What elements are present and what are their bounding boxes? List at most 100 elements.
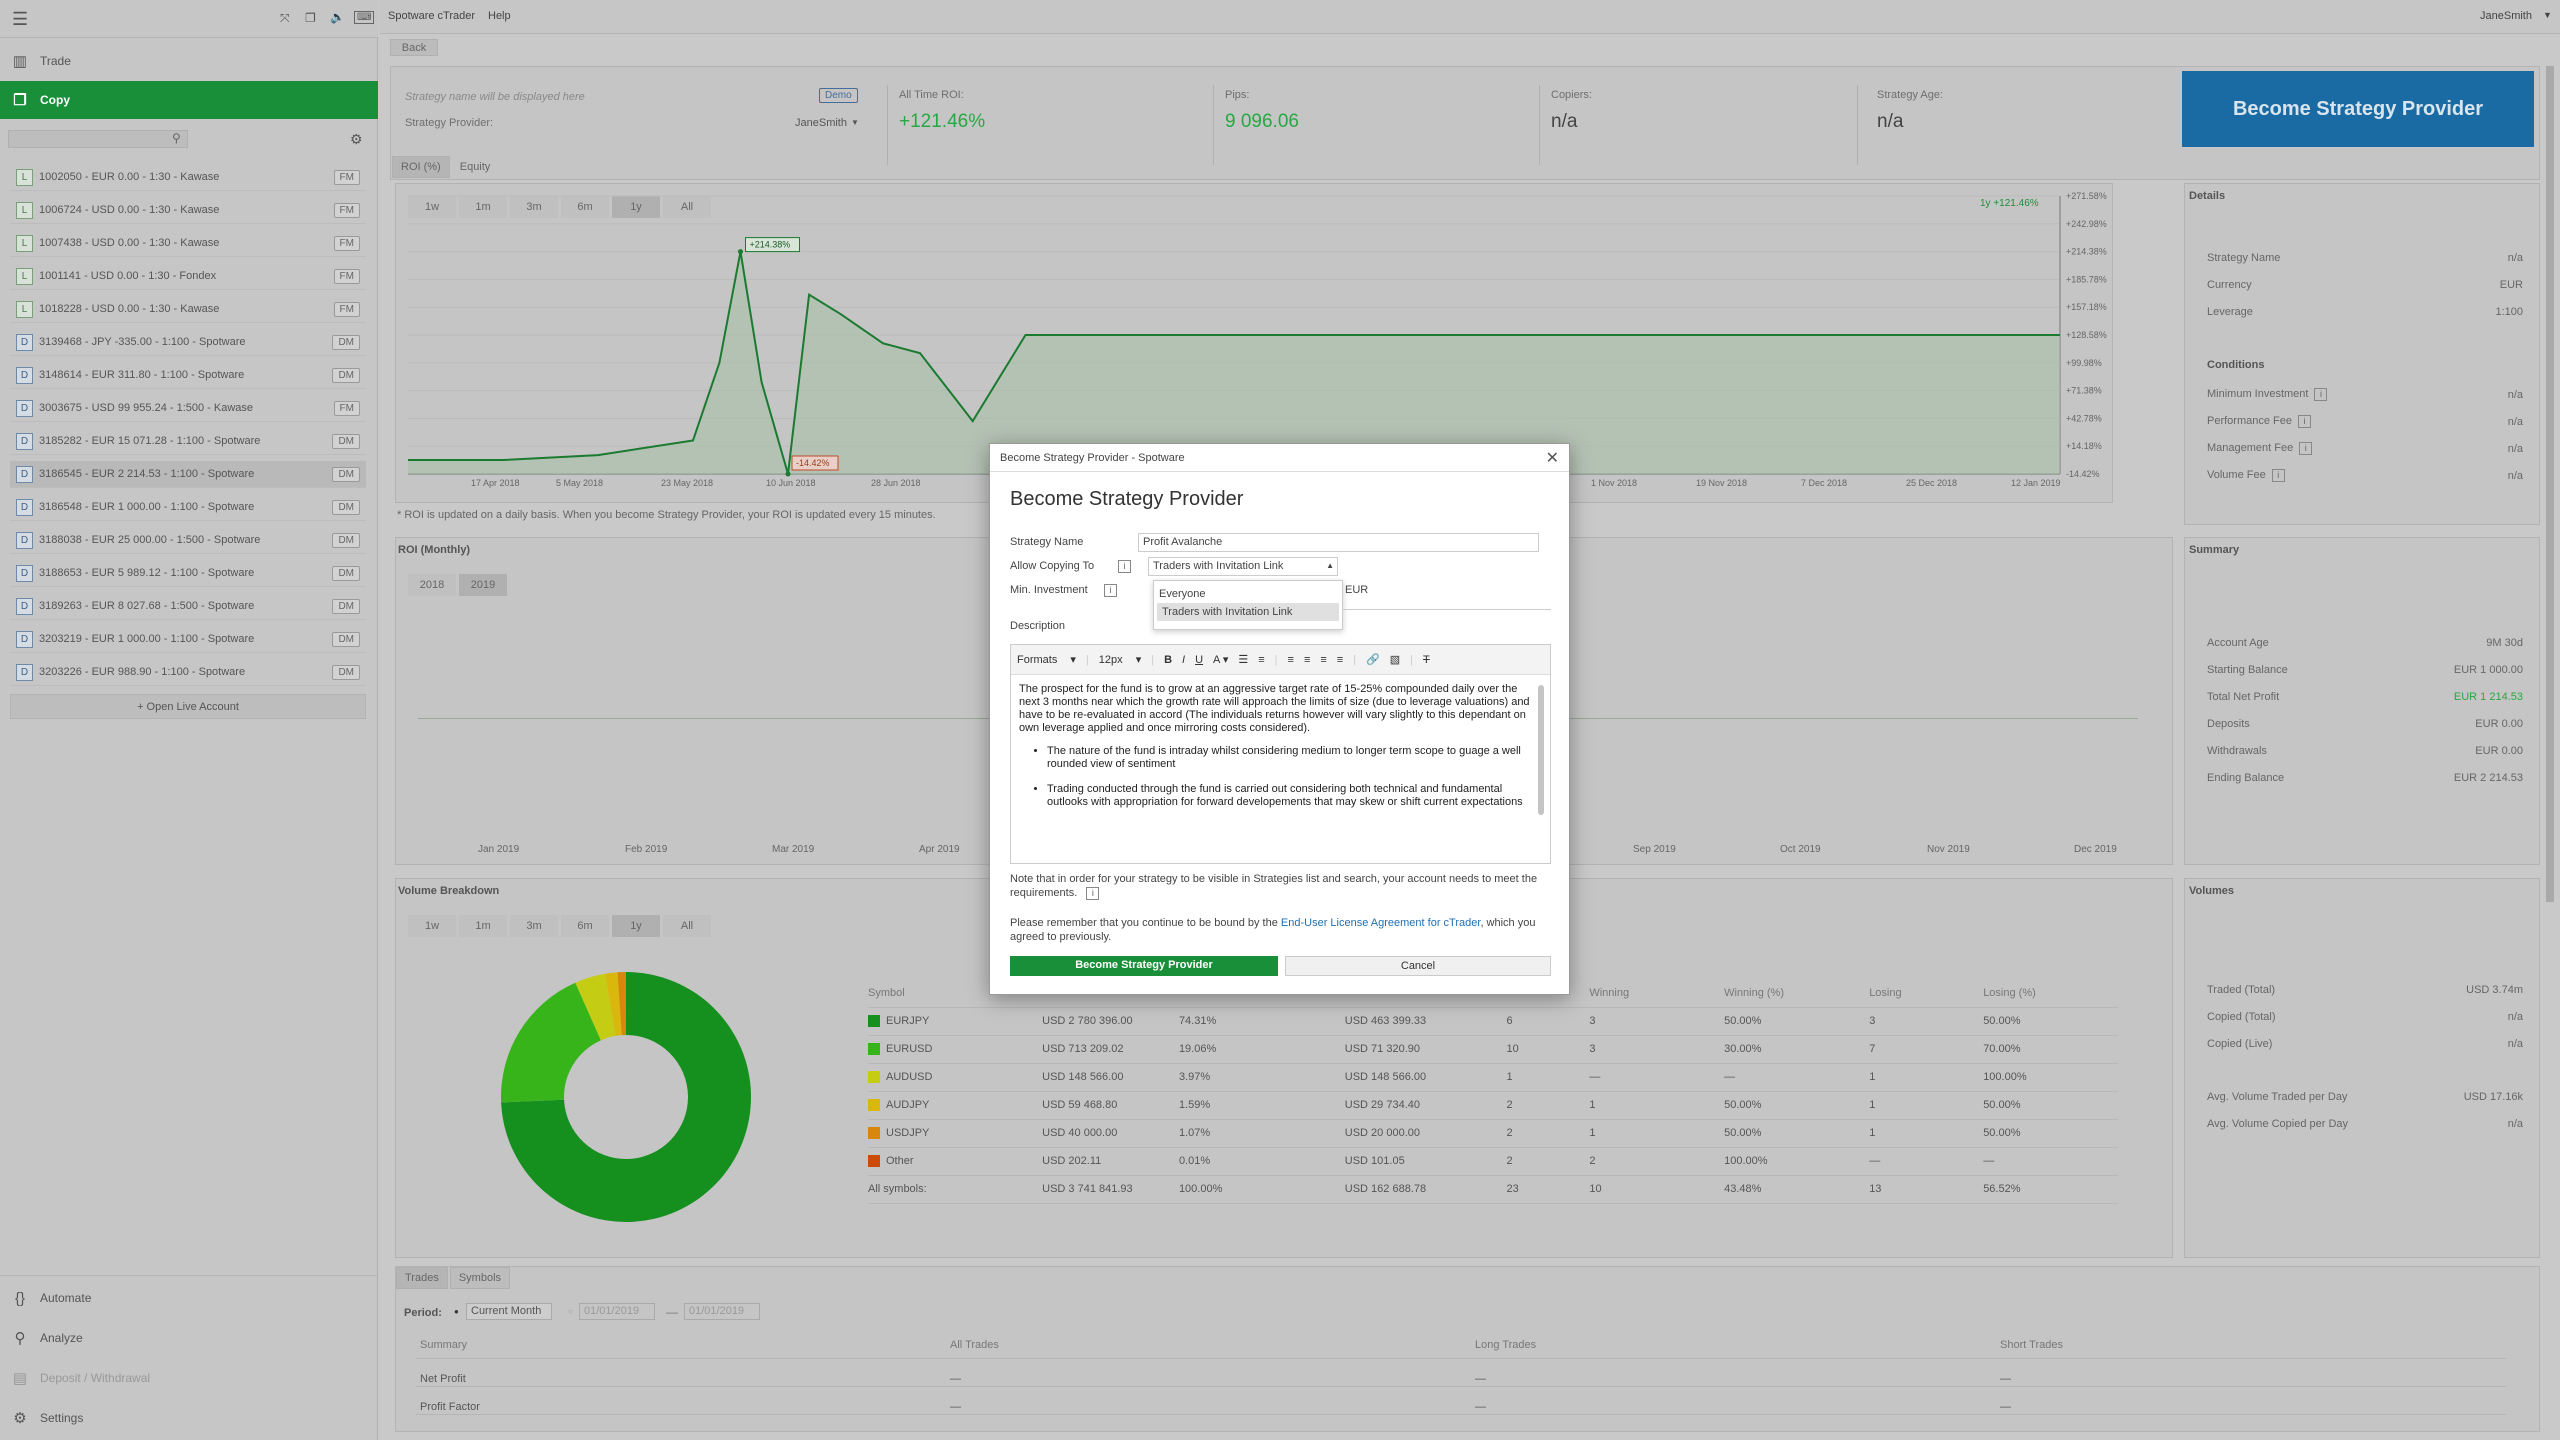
account-row[interactable]: D 3139468 - JPY -335.00 - 1:100 - Spotwar…	[10, 329, 366, 356]
caret-down-icon[interactable]: ▼	[2543, 10, 2552, 20]
info-icon[interactable]: i	[1104, 583, 1117, 597]
allow-copying-select[interactable]: Traders with Invitation Link ▲	[1148, 556, 1338, 576]
account-row[interactable]: D 3188653 - EUR 5 989.12 - 1:100 - Spotwa…	[10, 560, 366, 587]
eula-link[interactable]: End-User License Agreement for cTrader	[1281, 917, 1481, 929]
radio-checked-icon[interactable]: ●	[454, 1307, 459, 1316]
cancel-button[interactable]: Cancel	[1285, 956, 1551, 976]
option-invitation-link[interactable]: Traders with Invitation Link	[1157, 603, 1339, 621]
cell-text: USD 3 741 841.93	[1042, 1183, 1133, 1195]
account-row[interactable]: L 1018228 - USD 0.00 - 1:30 - Kawase FM	[10, 296, 366, 323]
vb-range-3m[interactable]: 3m	[510, 915, 558, 937]
account-row[interactable]: D 3203219 - EUR 1 000.00 - 1:100 - Spotwa…	[10, 626, 366, 653]
nav-analyze-label: Analyze	[40, 1331, 83, 1345]
account-row[interactable]: D 3203226 - EUR 988.90 - 1:100 - Spotware…	[10, 659, 366, 686]
keyboard-icon[interactable]: ⌨	[354, 11, 375, 24]
summary-title: Summary	[2189, 544, 2240, 556]
month-tick-label: Feb 2019	[625, 844, 668, 855]
account-row[interactable]: L 1001141 - USD 0.00 - 1:30 - Fondex FM	[10, 263, 366, 290]
gear-icon[interactable]: ⚙	[350, 131, 363, 148]
date-to-input[interactable]: 01/01/2019	[684, 1303, 760, 1320]
align-left-icon[interactable]: ≡	[1288, 654, 1294, 666]
tab-symbols[interactable]: Symbols	[449, 1267, 511, 1289]
account-row[interactable]: D 3148614 - EUR 311.80 - 1:100 - Spotware…	[10, 362, 366, 389]
account-row[interactable]: D 3188038 - EUR 25 000.00 - 1:500 - Spotw…	[10, 527, 366, 554]
account-search-input[interactable]	[8, 130, 188, 148]
vb-range-1y[interactable]: 1y	[612, 915, 660, 937]
nav-copy[interactable]: ❐ Copy	[0, 81, 378, 119]
main-scrollbar[interactable]	[2546, 66, 2554, 902]
editor-scrollbar[interactable]	[1538, 685, 1544, 815]
description-text-area[interactable]: The prospect for the fund is to grow at …	[1011, 675, 1550, 861]
account-row[interactable]: D 3189263 - EUR 8 027.68 - 1:500 - Spotwa…	[10, 593, 366, 620]
table-row[interactable]: EURUSD USD 713 209.02 19.06% USD 71 320.90 1…	[868, 1035, 2118, 1064]
year-tab-2019[interactable]: 2019	[459, 574, 507, 596]
volume-value: n/a	[2507, 1117, 2523, 1130]
tab-equity[interactable]: Equity	[452, 157, 499, 177]
window-icon[interactable]: ❐	[305, 11, 316, 25]
nav-trade[interactable]: ▥ Trade	[0, 42, 378, 80]
align-justify-icon[interactable]: ≡	[1337, 654, 1343, 666]
date-from-input[interactable]: 01/01/2019	[579, 1303, 655, 1320]
bold-icon[interactable]: B	[1164, 654, 1172, 666]
vb-range-6m[interactable]: 6m	[561, 915, 609, 937]
account-row[interactable]: D 3185282 - EUR 15 071.28 - 1:100 - Spotw…	[10, 428, 366, 455]
vb-range-1m[interactable]: 1m	[459, 915, 507, 937]
become-strategy-provider-button[interactable]: Become Strategy Provider	[2182, 71, 2534, 147]
search-icon[interactable]: ⚲	[172, 131, 181, 145]
submit-button[interactable]: Become Strategy Provider	[1010, 956, 1278, 976]
open-live-account-button[interactable]: + Open Live Account	[10, 694, 366, 719]
account-row[interactable]: L 1007438 - USD 0.00 - 1:30 - Kawase FM	[10, 230, 366, 257]
strategy-name-input[interactable]	[1138, 532, 1539, 552]
account-row[interactable]: D 3186548 - EUR 1 000.00 - 1:100 - Spotwa…	[10, 494, 366, 521]
help-menu[interactable]: Help	[488, 10, 511, 22]
strategy-name-placeholder: Strategy name will be displayed here	[405, 91, 585, 103]
link-icon[interactable]: 🔗	[1366, 653, 1380, 666]
hamburger-menu-icon[interactable]: ☰	[12, 9, 28, 30]
text-color-icon[interactable]: A ▾	[1213, 653, 1228, 666]
table-row[interactable]: USDJPY USD 40 000.00 1.07% USD 20 000.00 2 1 5…	[868, 1119, 2118, 1148]
info-icon[interactable]: i	[1118, 559, 1131, 573]
account-row[interactable]: L 1002050 - EUR 0.00 - 1:30 - Kawase FM	[10, 164, 366, 191]
nav-analyze[interactable]: ⚲ Analyze	[0, 1319, 378, 1357]
year-tab-2018[interactable]: 2018	[408, 574, 456, 596]
sound-icon[interactable]: 🔈	[330, 10, 345, 24]
back-button[interactable]: Back	[390, 39, 438, 56]
info-icon[interactable]: i	[1086, 887, 1100, 900]
tab-roi[interactable]: ROI (%)	[392, 156, 450, 178]
numbered-list-icon[interactable]: ≡	[1258, 654, 1264, 666]
info-icon[interactable]: i	[2271, 469, 2285, 482]
table-row[interactable]: All symbols: USD 3 741 841.93 100.00% USD 1…	[868, 1175, 2118, 1204]
detach-icon[interactable]: ⤧	[280, 11, 290, 26]
table-cell: USD 148 566.00	[1042, 1063, 1179, 1092]
align-right-icon[interactable]: ≡	[1320, 654, 1326, 666]
table-row[interactable]: AUDJPY USD 59 468.80 1.59% USD 29 734.40 2 1 5…	[868, 1091, 2118, 1120]
italic-icon[interactable]: I	[1182, 654, 1185, 666]
table-row[interactable]: AUDUSD USD 148 566.00 3.97% USD 148 566.00 1…	[868, 1063, 2118, 1092]
account-row[interactable]: D 3003675 - USD 99 955.24 - 1:500 - Kawas…	[10, 395, 366, 422]
info-icon[interactable]: i	[2299, 442, 2313, 455]
nav-settings[interactable]: ⚙ Settings	[0, 1399, 378, 1437]
font-size-dropdown[interactable]: 12px ▾	[1099, 653, 1141, 666]
account-row[interactable]: L 1006724 - USD 0.00 - 1:30 - Kawase FM	[10, 197, 366, 224]
image-icon[interactable]: ▧	[1390, 653, 1400, 666]
clear-format-icon[interactable]: T	[1423, 654, 1430, 666]
info-icon[interactable]: i	[2297, 415, 2311, 428]
info-icon[interactable]: i	[2314, 388, 2328, 401]
close-icon[interactable]: ✕	[1546, 448, 1559, 468]
vb-range-1w[interactable]: 1w	[408, 915, 456, 937]
provider-value[interactable]: JaneSmith	[795, 117, 847, 129]
align-center-icon[interactable]: ≡	[1304, 654, 1310, 666]
nav-automate[interactable]: {} Automate	[0, 1279, 378, 1317]
table-row[interactable]: Other USD 202.11 0.01% USD 101.05 2 2 100.00% —…	[868, 1147, 2118, 1176]
vb-range-All[interactable]: All	[663, 915, 711, 937]
radio-icon[interactable]: ○	[568, 1307, 573, 1316]
formats-dropdown[interactable]: Formats ▾	[1017, 653, 1076, 666]
underline-icon[interactable]: U	[1195, 654, 1203, 666]
provider-caret-icon[interactable]: ▼	[851, 118, 859, 127]
tab-trades[interactable]: Trades	[396, 1267, 448, 1289]
account-row[interactable]: D 3186545 - EUR 2 214.53 - 1:100 - Spotwa…	[10, 461, 366, 488]
user-menu[interactable]: JaneSmith	[2480, 10, 2532, 22]
period-select[interactable]: Current Month	[466, 1303, 552, 1320]
bullet-list-icon[interactable]: ☰	[1238, 653, 1248, 666]
table-row[interactable]: EURJPY USD 2 780 396.00 74.31% USD 463 399.…	[868, 1007, 2118, 1036]
